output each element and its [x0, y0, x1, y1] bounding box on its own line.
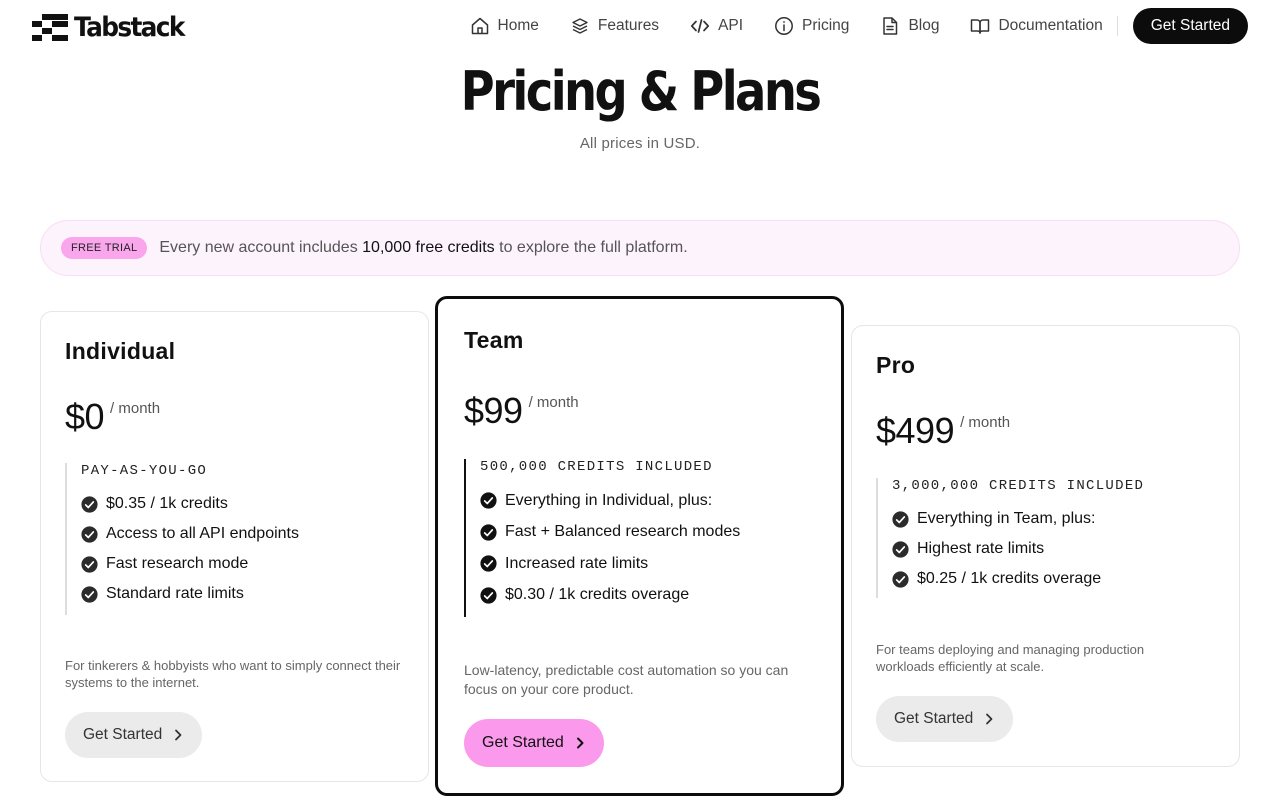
plan-description: For tinkerers & hobbyists who want to si…	[65, 658, 401, 690]
chevron-right-icon	[175, 729, 182, 741]
feature-text: Highest rate limits	[917, 540, 1045, 557]
plan-features: PAY-AS-YOU-GO $0.35 / 1k credits Access …	[65, 463, 299, 615]
nav-home-label: Home	[497, 17, 539, 34]
feature-item: Highest rate limits	[892, 534, 1144, 564]
check-circle-icon	[480, 492, 497, 509]
plan-card-individual: Individual $0 / month PAY-AS-YOU-GO $0.3…	[40, 311, 429, 782]
nav-features[interactable]: Features	[570, 16, 659, 36]
banner-text: Every new account includes 10,000 free c…	[159, 239, 687, 257]
code-icon	[691, 19, 710, 33]
pro-get-started-button[interactable]: Get Started	[876, 696, 1014, 742]
plan-price: $499 / month	[876, 410, 1010, 452]
nav-pricing-label: Pricing	[802, 17, 850, 34]
plan-features: 3,000,000 CREDITS INCLUDED Everything in…	[876, 478, 1144, 598]
layers-icon	[572, 18, 588, 34]
nav-documentation-label: Documentation	[998, 17, 1103, 34]
price-amount: $0	[65, 396, 105, 437]
price-period: / month	[960, 414, 1011, 431]
team-get-started-button[interactable]: Get Started	[464, 719, 604, 767]
feature-item: $0.35 / 1k credits	[81, 489, 299, 519]
home-icon	[471, 17, 488, 35]
plan-name: Individual	[65, 338, 176, 364]
document-icon	[883, 17, 898, 35]
nav-features-label: Features	[597, 17, 660, 34]
header-get-started-button[interactable]: Get Started	[1132, 8, 1248, 44]
check-circle-icon	[480, 587, 497, 604]
price-period: / month	[528, 394, 579, 411]
plan-features: 500,000 CREDITS INCLUDED Everything in I…	[464, 459, 740, 617]
feature-text: Everything in Team, plus:	[917, 510, 1096, 527]
feature-item: $0.30 / 1k credits overage	[480, 580, 740, 612]
nav-api-label: API	[718, 17, 744, 34]
check-circle-icon	[892, 540, 909, 558]
tabstack-logo-icon	[32, 13, 68, 41]
plan-card-pro: Pro $499 / month 3,000,000 CREDITS INCLU…	[851, 325, 1240, 767]
free-trial-banner: FREE TRIAL Every new account includes 10…	[40, 220, 1240, 276]
logo-wordmark: Tabstack	[74, 12, 185, 43]
feature-item: Fast + Balanced research modes	[480, 517, 740, 549]
chevron-right-icon	[576, 737, 584, 749]
button-label: Get Started	[894, 710, 974, 727]
features-heading: PAY-AS-YOU-GO	[81, 463, 208, 479]
price-period: / month	[110, 400, 161, 417]
nav-api[interactable]: API	[690, 16, 743, 36]
feature-item: Everything in Individual, plus:	[480, 485, 740, 517]
button-label: Get Started	[83, 726, 163, 743]
check-circle-icon	[480, 524, 497, 541]
nav-blog-label: Blog	[908, 17, 940, 34]
chevron-right-icon	[986, 713, 993, 725]
features-heading: 3,000,000 CREDITS INCLUDED	[892, 478, 1145, 494]
nav-divider	[1116, 16, 1118, 36]
check-circle-icon	[892, 510, 909, 528]
banner-text-after: to explore the full platform.	[494, 239, 688, 256]
nav-pricing[interactable]: Pricing	[774, 16, 849, 36]
logo[interactable]: Tabstack	[32, 12, 193, 43]
feature-text: Fast + Balanced research modes	[505, 523, 741, 541]
price-amount: $499	[876, 410, 955, 451]
check-circle-icon	[892, 570, 909, 588]
page-subtitle: All prices in USD.	[579, 135, 701, 152]
feature-text: Standard rate limits	[106, 585, 244, 602]
feature-item: Standard rate limits	[81, 579, 299, 609]
individual-get-started-button[interactable]: Get Started	[65, 712, 203, 758]
feature-text: $0.25 / 1k credits overage	[917, 570, 1102, 587]
check-circle-icon	[81, 495, 98, 513]
book-icon	[971, 19, 990, 34]
banner-text-credits: 10,000 free credits	[362, 239, 495, 256]
feature-text: Fast research mode	[106, 555, 249, 572]
nav-documentation[interactable]: Documentation	[970, 16, 1103, 36]
check-circle-icon	[480, 555, 497, 572]
feature-item: Everything in Team, plus:	[892, 504, 1144, 534]
page-title: Pricing & Plans	[460, 60, 822, 123]
feature-item: $0.25 / 1k credits overage	[892, 564, 1144, 594]
main-nav: Home Features API Pricing Blog Documenta…	[470, 8, 1248, 44]
feature-item: Fast research mode	[81, 549, 299, 579]
check-circle-icon	[81, 585, 98, 603]
nav-blog[interactable]: Blog	[880, 16, 939, 36]
feature-item: Increased rate limits	[480, 548, 740, 580]
feature-item: Access to all API endpoints	[81, 519, 299, 549]
free-trial-badge: FREE TRIAL	[61, 237, 148, 259]
feature-text: $0.30 / 1k credits overage	[505, 586, 690, 604]
info-icon	[775, 17, 793, 35]
check-circle-icon	[81, 555, 98, 573]
feature-text: $0.35 / 1k credits	[106, 495, 228, 512]
feature-text: Increased rate limits	[505, 554, 649, 572]
check-circle-icon	[81, 525, 98, 543]
button-label: Get Started	[482, 734, 564, 751]
plan-description: Low-latency, predictable cost automation…	[464, 662, 789, 697]
feature-text: Access to all API endpoints	[106, 525, 299, 542]
plan-name: Pro	[876, 352, 916, 378]
plan-description: For teams deploying and managing product…	[876, 642, 1145, 674]
plan-card-team: Team $99 / month 500,000 CREDITS INCLUDE…	[435, 296, 844, 796]
banner-text-before: Every new account includes	[159, 239, 363, 256]
site-header: Tabstack Home Features API Pricing Blog …	[0, 0, 1280, 52]
plan-price: $0 / month	[65, 396, 160, 438]
plan-name: Team	[464, 327, 524, 353]
plan-price: $99 / month	[464, 390, 579, 432]
feature-text: Everything in Individual, plus:	[505, 491, 713, 509]
nav-home[interactable]: Home	[470, 16, 539, 36]
price-amount: $99	[464, 390, 523, 431]
features-heading: 500,000 CREDITS INCLUDED	[480, 459, 713, 475]
